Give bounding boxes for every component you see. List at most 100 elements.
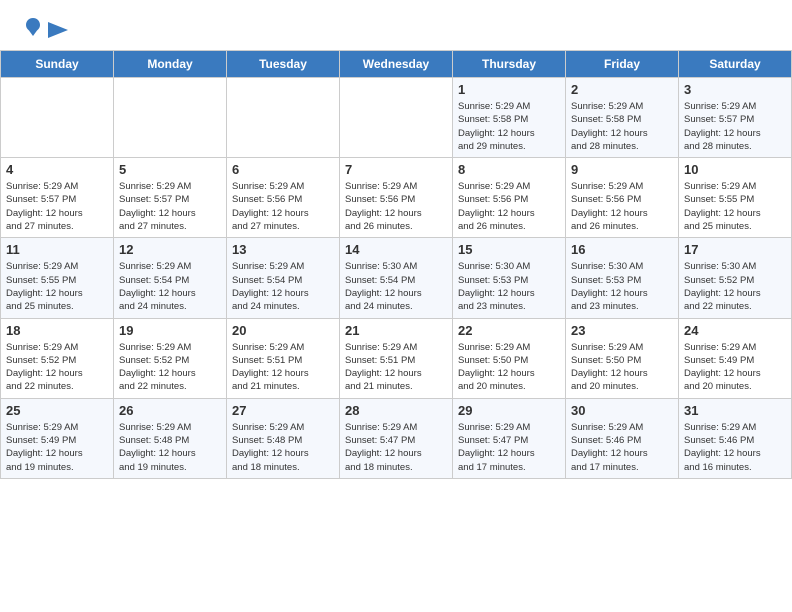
calendar-cell: 31Sunrise: 5:29 AM Sunset: 5:46 PM Dayli… <box>679 398 792 478</box>
day-number: 5 <box>119 162 221 177</box>
calendar-cell: 17Sunrise: 5:30 AM Sunset: 5:52 PM Dayli… <box>679 238 792 318</box>
logo-flag-icon <box>46 20 70 40</box>
weekday-header-friday: Friday <box>566 51 679 78</box>
calendar-cell: 24 Sunrise: 5:29 AM Sunset: 5:49 PM Dayli… <box>679 318 792 398</box>
calendar-cell: 26 Sunrise: 5:29 AM Sunset: 5:48 PM Dayli… <box>114 398 227 478</box>
calendar-cell: 27 Sunrise: 5:29 AM Sunset: 5:48 PM Dayli… <box>227 398 340 478</box>
day-info: Sunrise: 5:29 AM Sunset: 5:48 PM Dayligh… <box>119 421 221 474</box>
calendar-cell: 1 Sunrise: 5:29 AM Sunset: 5:58 PM Daylig… <box>453 78 566 158</box>
day-info: Sunrise: 5:29 AM Sunset: 5:57 PM Dayligh… <box>119 180 221 233</box>
day-info: Sunrise: 5:29 AM Sunset: 5:52 PM Dayligh… <box>119 341 221 394</box>
day-info: Sunrise: 5:29 AM Sunset: 5:50 PM Dayligh… <box>458 341 560 394</box>
day-info: Sunrise: 5:29 AM Sunset: 5:58 PM Dayligh… <box>571 100 673 153</box>
day-number: 13 <box>232 242 334 257</box>
day-number: 28 <box>345 403 447 418</box>
day-number: 10 <box>684 162 786 177</box>
weekday-header-wednesday: Wednesday <box>340 51 453 78</box>
calendar-week-5: 25 Sunrise: 5:29 AM Sunset: 5:49 PM Dayli… <box>1 398 792 478</box>
day-number: 23 <box>571 323 673 338</box>
day-info: Sunrise: 5:29 AM Sunset: 5:55 PM Dayligh… <box>6 260 108 313</box>
calendar-cell: 16 Sunrise: 5:30 AM Sunset: 5:53 PM Dayli… <box>566 238 679 318</box>
day-info: Sunrise: 5:29 AM Sunset: 5:54 PM Dayligh… <box>232 260 334 313</box>
calendar-week-2: 4 Sunrise: 5:29 AM Sunset: 5:57 PM Daylig… <box>1 158 792 238</box>
day-info: Sunrise: 5:29 AM Sunset: 5:56 PM Dayligh… <box>571 180 673 233</box>
day-number: 2 <box>571 82 673 97</box>
weekday-header-row: SundayMondayTuesdayWednesdayThursdayFrid… <box>1 51 792 78</box>
day-info: Sunrise: 5:29 AM Sunset: 5:49 PM Dayligh… <box>684 341 786 394</box>
calendar-cell: 14 Sunrise: 5:30 AM Sunset: 5:54 PM Dayli… <box>340 238 453 318</box>
calendar-cell <box>114 78 227 158</box>
day-info: Sunrise: 5:30 AM Sunset: 5:52 PM Dayligh… <box>684 260 786 313</box>
calendar-cell: 8 Sunrise: 5:29 AM Sunset: 5:56 PM Daylig… <box>453 158 566 238</box>
day-number: 6 <box>232 162 334 177</box>
calendar-cell: 12 Sunrise: 5:29 AM Sunset: 5:54 PM Dayli… <box>114 238 227 318</box>
day-number: 3 <box>684 82 786 97</box>
day-info: Sunrise: 5:29 AM Sunset: 5:51 PM Dayligh… <box>232 341 334 394</box>
day-info: Sunrise: 5:29 AM Sunset: 5:48 PM Dayligh… <box>232 421 334 474</box>
calendar-cell: 7 Sunrise: 5:29 AM Sunset: 5:56 PM Daylig… <box>340 158 453 238</box>
calendar-cell: 13 Sunrise: 5:29 AM Sunset: 5:54 PM Dayli… <box>227 238 340 318</box>
day-number: 12 <box>119 242 221 257</box>
calendar-cell: 4 Sunrise: 5:29 AM Sunset: 5:57 PM Daylig… <box>1 158 114 238</box>
day-number: 22 <box>458 323 560 338</box>
day-number: 1 <box>458 82 560 97</box>
day-number: 31 <box>684 403 786 418</box>
calendar-cell: 28Sunrise: 5:29 AM Sunset: 5:47 PM Dayli… <box>340 398 453 478</box>
day-info: Sunrise: 5:29 AM Sunset: 5:52 PM Dayligh… <box>6 341 108 394</box>
header <box>0 0 792 42</box>
day-number: 19 <box>119 323 221 338</box>
logo <box>20 16 70 38</box>
day-info: Sunrise: 5:29 AM Sunset: 5:56 PM Dayligh… <box>345 180 447 233</box>
day-number: 4 <box>6 162 108 177</box>
day-number: 30 <box>571 403 673 418</box>
calendar-cell: 30Sunrise: 5:29 AM Sunset: 5:46 PM Dayli… <box>566 398 679 478</box>
day-info: Sunrise: 5:29 AM Sunset: 5:57 PM Dayligh… <box>6 180 108 233</box>
day-number: 24 <box>684 323 786 338</box>
calendar-cell: 18 Sunrise: 5:29 AM Sunset: 5:52 PM Dayli… <box>1 318 114 398</box>
weekday-header-monday: Monday <box>114 51 227 78</box>
day-number: 27 <box>232 403 334 418</box>
day-number: 7 <box>345 162 447 177</box>
day-info: Sunrise: 5:29 AM Sunset: 5:56 PM Dayligh… <box>458 180 560 233</box>
calendar-cell: 6 Sunrise: 5:29 AM Sunset: 5:56 PM Daylig… <box>227 158 340 238</box>
day-number: 26 <box>119 403 221 418</box>
day-info: Sunrise: 5:30 AM Sunset: 5:53 PM Dayligh… <box>571 260 673 313</box>
day-info: Sunrise: 5:29 AM Sunset: 5:54 PM Dayligh… <box>119 260 221 313</box>
calendar-cell: 3Sunrise: 5:29 AM Sunset: 5:57 PM Daylig… <box>679 78 792 158</box>
day-number: 18 <box>6 323 108 338</box>
page-container: SundayMondayTuesdayWednesdayThursdayFrid… <box>0 0 792 479</box>
weekday-header-thursday: Thursday <box>453 51 566 78</box>
day-info: Sunrise: 5:29 AM Sunset: 5:47 PM Dayligh… <box>458 421 560 474</box>
calendar-cell: 29 Sunrise: 5:29 AM Sunset: 5:47 PM Dayli… <box>453 398 566 478</box>
calendar-cell: 10Sunrise: 5:29 AM Sunset: 5:55 PM Dayli… <box>679 158 792 238</box>
calendar-cell: 2 Sunrise: 5:29 AM Sunset: 5:58 PM Daylig… <box>566 78 679 158</box>
day-number: 14 <box>345 242 447 257</box>
day-info: Sunrise: 5:29 AM Sunset: 5:49 PM Dayligh… <box>6 421 108 474</box>
weekday-header-tuesday: Tuesday <box>227 51 340 78</box>
calendar-cell: 19 Sunrise: 5:29 AM Sunset: 5:52 PM Dayli… <box>114 318 227 398</box>
calendar-cell <box>1 78 114 158</box>
day-info: Sunrise: 5:29 AM Sunset: 5:50 PM Dayligh… <box>571 341 673 394</box>
calendar-cell: 22 Sunrise: 5:29 AM Sunset: 5:50 PM Dayli… <box>453 318 566 398</box>
day-number: 16 <box>571 242 673 257</box>
day-info: Sunrise: 5:30 AM Sunset: 5:53 PM Dayligh… <box>458 260 560 313</box>
calendar-cell <box>227 78 340 158</box>
calendar-cell: 25 Sunrise: 5:29 AM Sunset: 5:49 PM Dayli… <box>1 398 114 478</box>
calendar-week-1: 1 Sunrise: 5:29 AM Sunset: 5:58 PM Daylig… <box>1 78 792 158</box>
day-number: 9 <box>571 162 673 177</box>
day-number: 21 <box>345 323 447 338</box>
calendar-cell: 23 Sunrise: 5:29 AM Sunset: 5:50 PM Dayli… <box>566 318 679 398</box>
day-number: 8 <box>458 162 560 177</box>
day-info: Sunrise: 5:29 AM Sunset: 5:58 PM Dayligh… <box>458 100 560 153</box>
day-number: 25 <box>6 403 108 418</box>
calendar-cell: 5 Sunrise: 5:29 AM Sunset: 5:57 PM Daylig… <box>114 158 227 238</box>
day-info: Sunrise: 5:30 AM Sunset: 5:54 PM Dayligh… <box>345 260 447 313</box>
weekday-header-sunday: Sunday <box>1 51 114 78</box>
weekday-header-saturday: Saturday <box>679 51 792 78</box>
calendar-cell: 9 Sunrise: 5:29 AM Sunset: 5:56 PM Daylig… <box>566 158 679 238</box>
calendar-week-4: 18 Sunrise: 5:29 AM Sunset: 5:52 PM Dayli… <box>1 318 792 398</box>
logo-icon <box>22 16 44 38</box>
day-number: 29 <box>458 403 560 418</box>
day-number: 20 <box>232 323 334 338</box>
day-info: Sunrise: 5:29 AM Sunset: 5:56 PM Dayligh… <box>232 180 334 233</box>
